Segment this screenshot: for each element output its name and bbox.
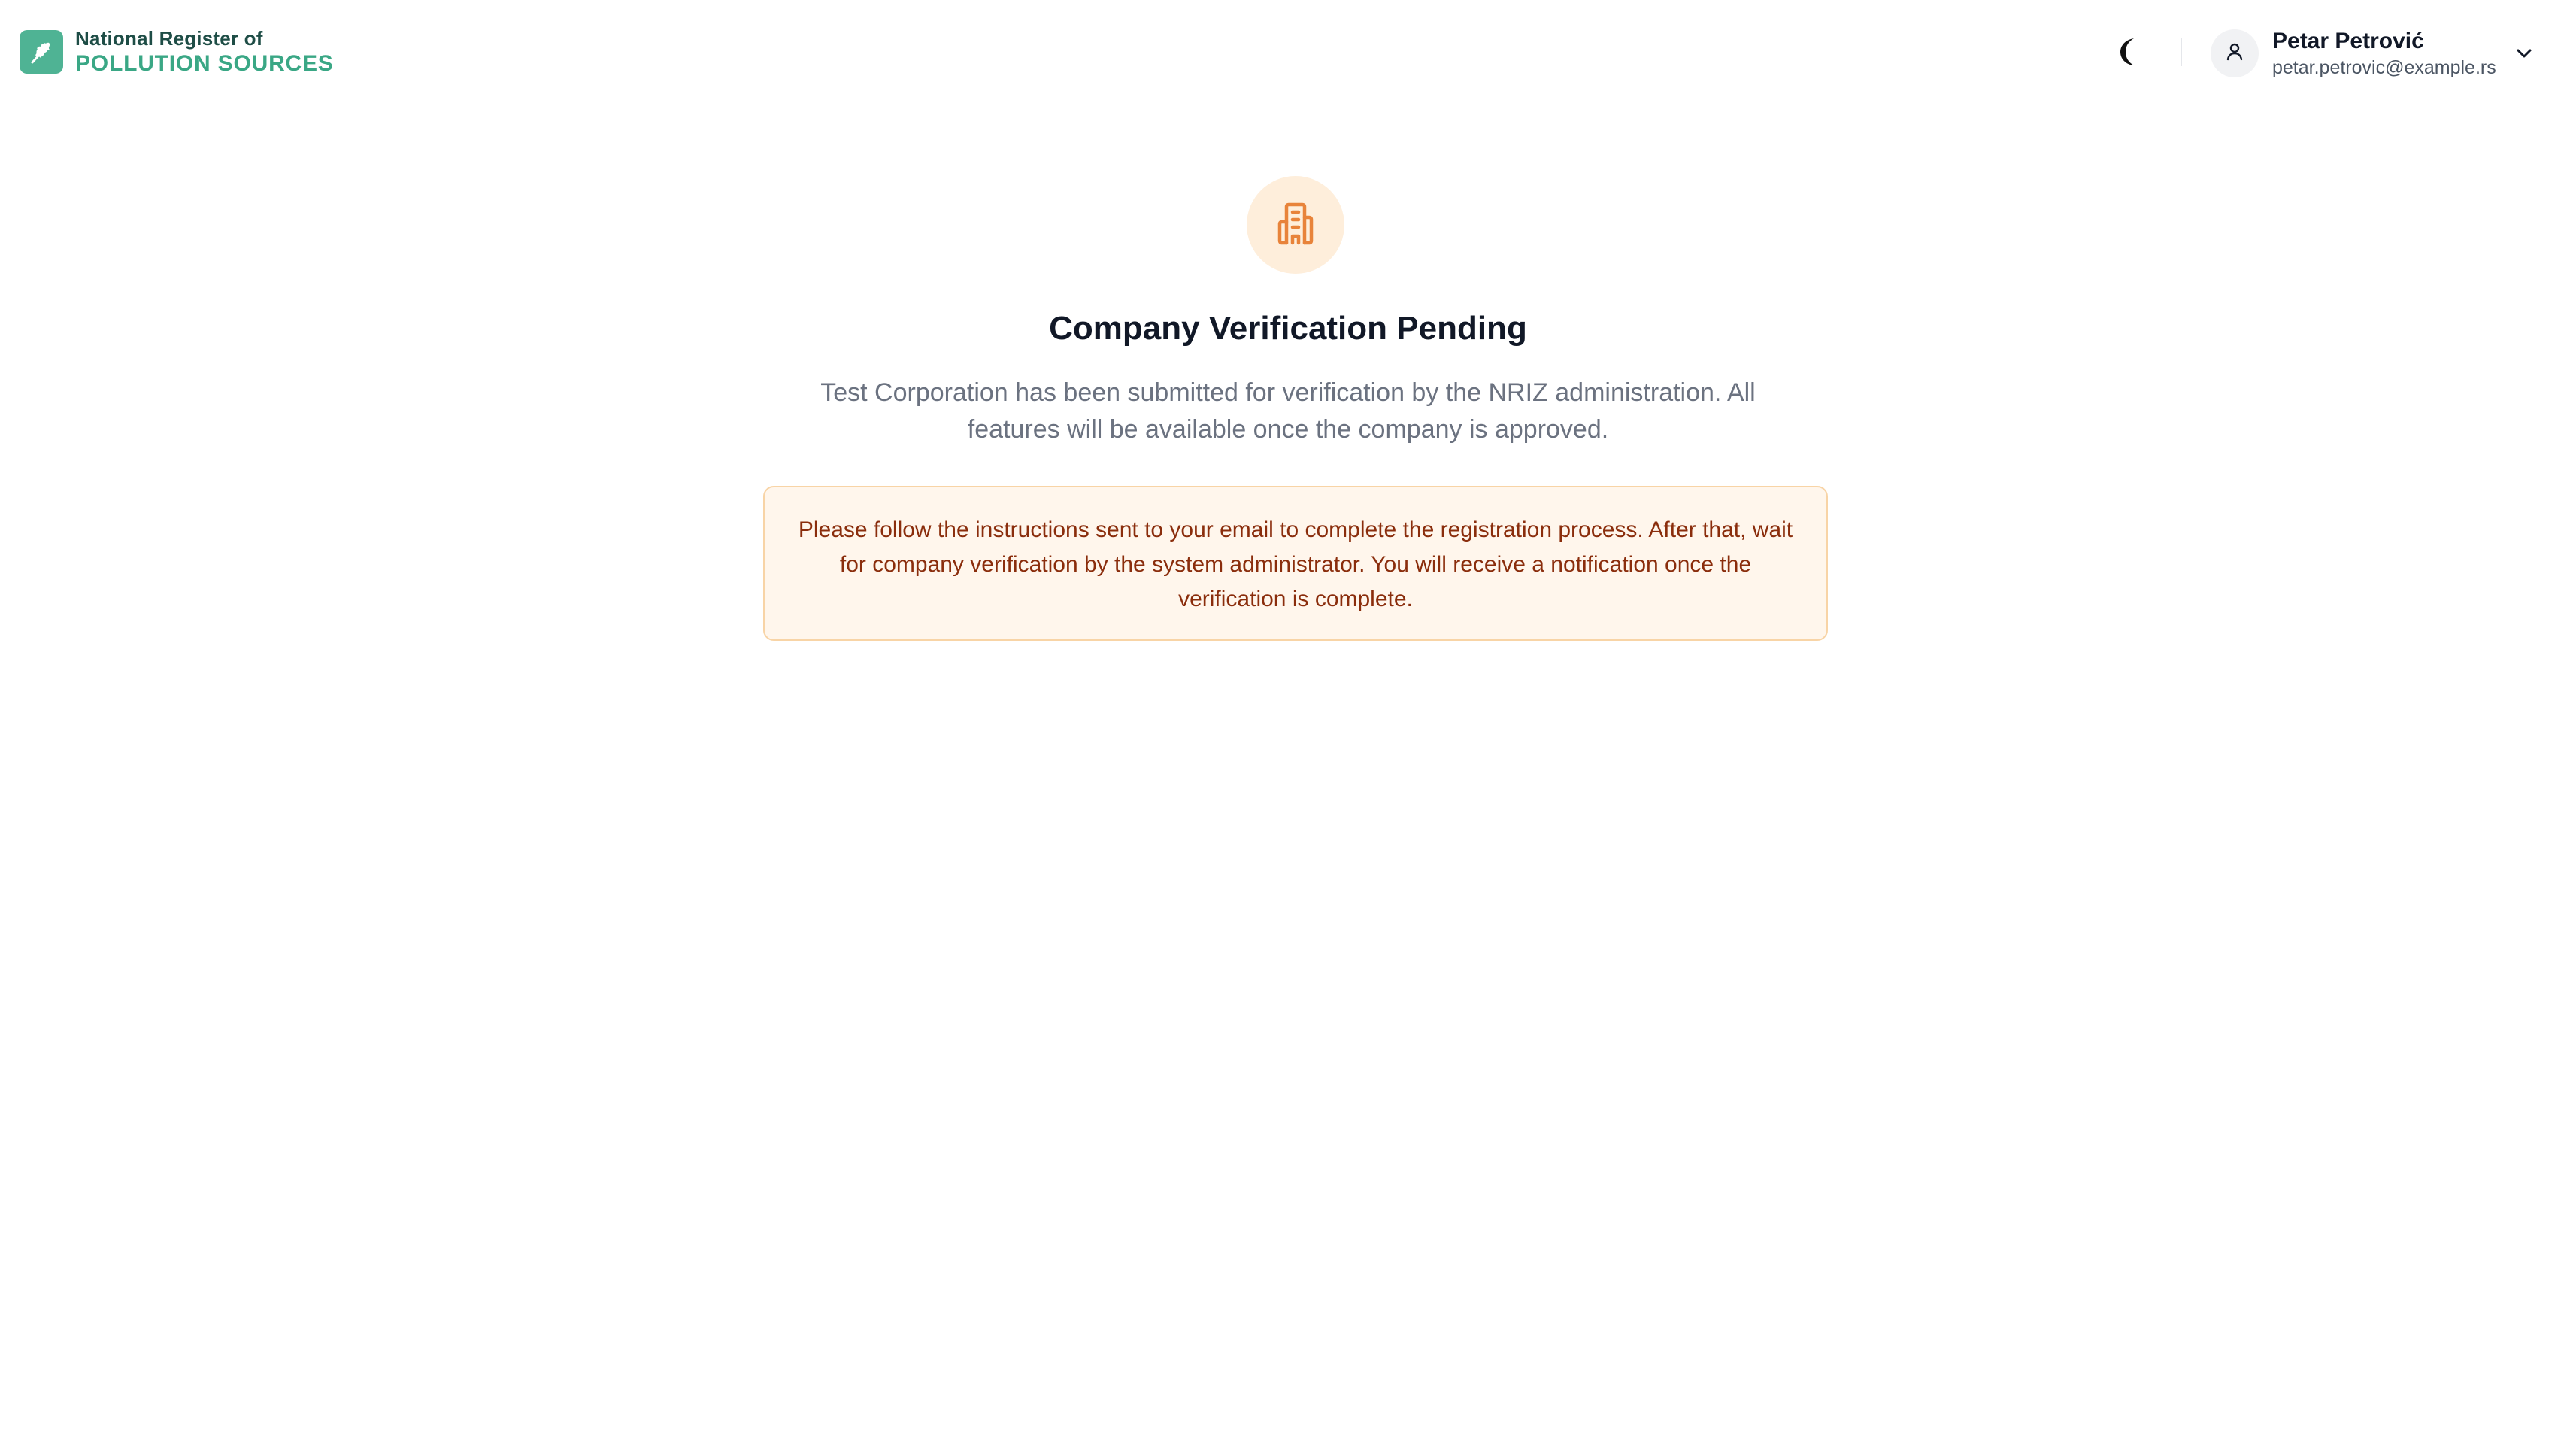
- user-menu-button[interactable]: Petar Petrović petar.petrovic@example.rs: [2211, 27, 2535, 80]
- moon-icon: [2114, 38, 2144, 71]
- brand-title-line1: National Register of: [75, 27, 263, 50]
- instructions-notice: Please follow the instructions sent to y…: [763, 486, 1828, 641]
- user-name: Petar Petrović: [2272, 28, 2424, 53]
- brand-text: National Register of POLLUTION SOURCES: [75, 29, 334, 75]
- building-icon: [1271, 199, 1320, 251]
- status-icon-circle: [1247, 176, 1344, 274]
- header-divider: [2181, 38, 2182, 66]
- app-header: National Register of POLLUTION SOURCES P…: [0, 0, 2576, 105]
- chevron-down-icon: [2513, 42, 2535, 65]
- avatar: [2211, 29, 2259, 77]
- brand-logo-link[interactable]: National Register of POLLUTION SOURCES: [20, 29, 334, 75]
- page-title: Company Verification Pending: [1049, 310, 1527, 347]
- theme-toggle-button[interactable]: [2114, 35, 2144, 68]
- status-description: Test Corporation has been submitted for …: [820, 378, 1756, 444]
- brand-title-line2: POLLUTION SOURCES: [75, 51, 334, 76]
- user-email: petar.petrovic@example.rs: [2272, 56, 2496, 78]
- user-icon: [2224, 41, 2245, 66]
- user-info: Petar Petrović petar.petrovic@example.rs: [2272, 28, 2496, 78]
- oak-leaf-icon: [20, 30, 63, 74]
